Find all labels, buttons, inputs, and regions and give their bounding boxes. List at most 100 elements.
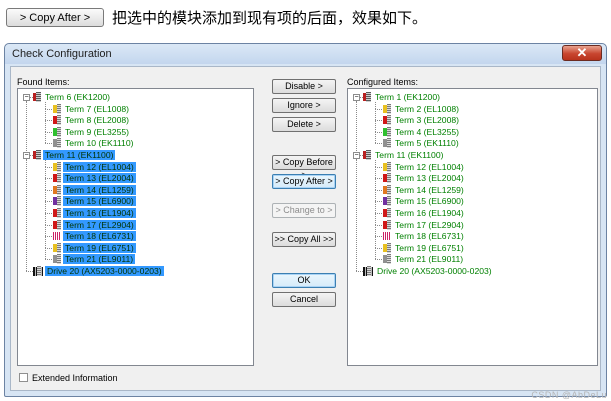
tree-node[interactable]: Term 14 (EL1259) [383,184,466,196]
found-items-tree[interactable]: Term 6 (EK1200) − Term 7 (EL1008) Term 8 (E… [17,88,254,366]
terminal-icon [383,208,391,218]
tree-connector [375,166,376,179]
tree-node[interactable]: Term 14 (EL1259) [53,184,136,196]
tree-node[interactable]: Term 12 (EL1004) [383,161,466,173]
tree-connector [356,159,357,271]
tree-node[interactable]: Term 5 (EK1110) [383,138,461,149]
tree-connector [375,224,376,237]
terminal-icon [53,103,61,114]
tree-node[interactable]: Term 9 (EL3255) [53,126,131,138]
tree-node[interactable]: Term 17 (EL2904) [383,219,466,231]
tree-node[interactable]: Term 18 (EL6731) [383,231,466,242]
tree-connector [45,201,46,213]
found-items-label: Found Items: [17,77,70,87]
tree-connector [45,247,52,249]
tree-node[interactable]: Term 12 (EL1004) [53,161,136,173]
extended-information-checkbox[interactable] [19,373,28,382]
tree-connector [375,213,382,214]
tree-node[interactable]: Term 10 (EK1110) [53,138,135,149]
tree-node[interactable]: Term 2 (EL1008) [383,103,461,115]
terminal-icon [53,161,61,172]
terminal-icon [383,103,391,114]
tree-connector [45,189,52,191]
tree-connector [45,101,46,109]
terminal-icon [383,184,391,195]
tree-connector [26,101,27,155]
tree-connector [375,189,382,191]
tree-node-label: Term 1 (EK1200) [375,92,440,102]
tree-node[interactable]: Term 21 (EL9011) [383,254,465,265]
disable-button[interactable]: Disable > [272,79,336,94]
tree-node[interactable]: Drive 20 (AX5203-0000-0203) [33,266,164,277]
tree-node[interactable]: Term 8 (EL2008) [53,115,131,126]
tree-node[interactable]: Term 21 (EL9011) [53,254,136,265]
tree-connector [375,236,382,238]
copy-before-button[interactable]: > Copy Before > [272,155,336,180]
terminal-icon [383,254,391,265]
tree-node[interactable]: Term 16 (EL1904) [53,208,136,219]
tree-connector [45,213,52,214]
tree-node[interactable]: Term 15 (EL6900) [383,196,466,207]
tree-node-label: Term 17 (EL2904) [395,219,464,230]
tree-node-label: Term 5 (EK1110) [395,138,459,149]
tree-connector [45,166,52,168]
collapse-icon[interactable]: − [23,94,30,101]
tree-node-label: Term 12 (EL1004) [63,161,136,172]
copy-all-button[interactable]: >> Copy All >> [272,232,336,247]
cancel-button[interactable]: Cancel [272,292,336,307]
tree-connector [30,97,33,98]
tree-node-label: Term 12 (EL1004) [395,161,464,172]
configured-items-tree[interactable]: Term 1 (EK1200) − Term 2 (EL1008) Term 3 (E… [347,88,598,366]
collapse-icon[interactable]: − [353,94,360,101]
tree-connector [375,143,382,145]
close-button[interactable]: ✕ [562,45,602,61]
terminal-icon [53,196,61,207]
tree-node[interactable]: Term 17 (EL2904) [53,219,136,231]
tree-connector [45,108,46,121]
tree-node-label: Term 13 (EL2004) [63,173,136,184]
check-configuration-dialog: Check Configuration ✕ Found Items: Term … [4,43,607,397]
tree-node[interactable]: Term 19 (EL6751) [53,242,136,254]
coupler-icon [33,150,41,160]
tree-node[interactable]: Term 13 (EL2004) [383,173,466,184]
tree-connector [45,108,52,110]
ok-button[interactable]: OK [272,273,336,288]
tree-node-label: Term 2 (EL1008) [395,103,460,114]
tree-node-label: Term 21 (EL9011) [63,254,136,265]
copy-after-button-sample: > Copy After > [6,8,104,27]
coupler-icon [363,150,371,160]
terminal-icon [383,173,391,184]
terminal-icon [383,115,391,126]
tree-node[interactable]: Term 13 (EL2004) [53,173,136,184]
tree-connector [45,236,46,248]
terminal-icon [383,126,391,137]
tree-node[interactable]: Term 19 (EL6751) [383,242,466,254]
tree-connector [375,259,382,261]
ignore-button[interactable]: Ignore > [272,98,336,113]
delete-button[interactable]: Delete > [272,117,336,132]
tree-node-label: Term 14 (EL1259) [395,184,464,195]
tree-node[interactable]: Term 7 (EL1008) [53,103,131,115]
copy-after-button[interactable]: > Copy After > [272,174,336,189]
tree-node-label: Drive 20 (AX5203-0000-0203) [377,266,492,276]
tree-connector [375,213,376,225]
tree-connector [375,131,376,144]
title-bar[interactable]: Check Configuration ✕ [5,44,606,64]
tree-node-label: Term 15 (EL6900) [63,196,136,207]
tree-node[interactable]: Term 18 (EL6731) [53,231,136,242]
tree-connector [26,271,33,272]
tree-node[interactable]: Term 3 (EL2008) [383,115,461,126]
tree-connector [356,101,357,155]
tree-connector [360,97,363,98]
tree-node[interactable]: Term 15 (EL6900) [53,196,136,207]
configured-items-label: Configured Items: [347,77,419,87]
tree-node[interactable]: Term 16 (EL1904) [383,208,466,219]
tree-connector [375,120,382,122]
tree-node[interactable]: Term 4 (EL3255) [383,126,461,138]
terminal-icon [383,231,391,241]
tree-node[interactable]: Drive 20 (AX5203-0000-0203) [363,266,494,277]
tree-node-label: Term 13 (EL2004) [395,173,464,184]
tree-node-label: Term 15 (EL6900) [395,196,464,207]
terminal-icon [383,242,391,253]
terminal-icon [53,242,61,253]
